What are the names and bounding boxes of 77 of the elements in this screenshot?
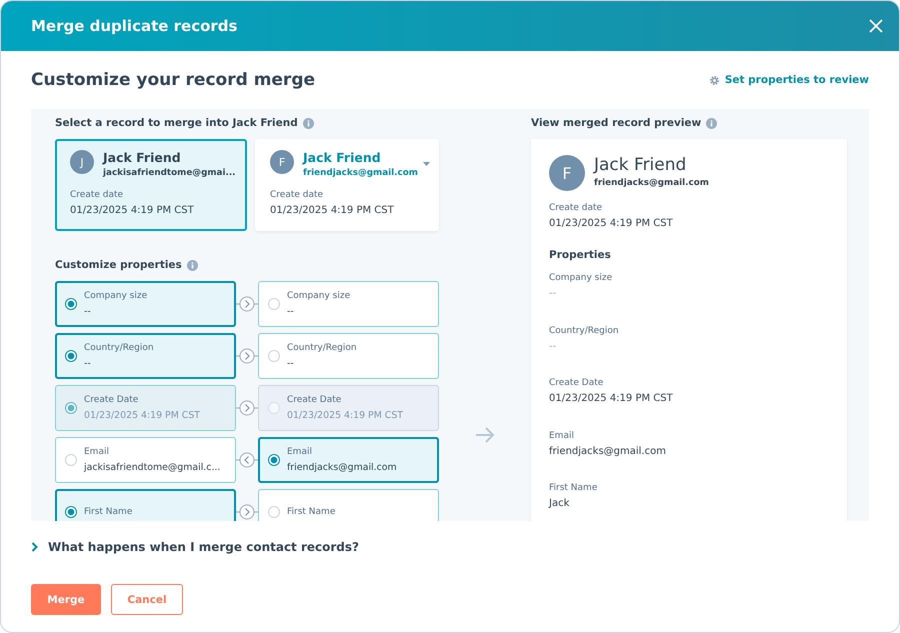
section-label: Select a record to merge into Jack Friend (55, 117, 298, 129)
property-value: -- (84, 306, 92, 317)
date-value: 01/23/2025 4:19 PM CST (70, 205, 195, 216)
property-value: friendjacks@gmail.com (287, 462, 397, 473)
property-option[interactable]: First Name (55, 489, 236, 521)
radio-button[interactable] (65, 298, 77, 310)
record-card[interactable]: J Jack Friend jackisafriendtome@gmai... Create date 01/23/2025 4:19 PM CST (55, 139, 247, 231)
property-value: jackisafriendtome@gmail.c... (84, 462, 220, 473)
property-option[interactable]: Country/Region -- (55, 333, 236, 379)
record-email: friendjacks@gmail.com (303, 168, 418, 178)
direction-icon (236, 399, 258, 417)
property-label: Create Date (549, 378, 604, 388)
property-label: Email (84, 447, 110, 457)
property-label: Create Date (84, 395, 140, 405)
close-icon[interactable] (869, 19, 883, 33)
property-label: Email (549, 430, 575, 440)
property-value: 01/23/2025 4:19 PM CST (549, 393, 674, 404)
date-value: 01/23/2025 4:19 PM CST (549, 218, 674, 229)
date-label: Create date (549, 203, 604, 213)
info-icon (706, 118, 718, 128)
property-label: Email (287, 447, 313, 457)
arrow-icon (475, 427, 495, 443)
dialog-title: Merge duplicate records (31, 17, 238, 35)
review-link[interactable]: Set properties to review (708, 74, 869, 86)
property-value: -- (287, 358, 295, 369)
property-option[interactable]: First Name (258, 489, 439, 521)
gear-icon (708, 74, 720, 86)
section-label: Customize properties (55, 259, 182, 271)
property-option[interactable]: Country/Region -- (258, 333, 439, 379)
chevron-icon (31, 542, 38, 552)
property-label: Country/Region (549, 326, 620, 336)
property-label: Country/Region (84, 343, 154, 353)
property-value: -- (84, 358, 92, 369)
faq-toggle[interactable]: What happens when I merge contact records? (1, 521, 899, 573)
date-value: 01/23/2025 4:19 PM CST (270, 205, 395, 216)
section-heading: Customize your record merge (31, 70, 316, 90)
properties-heading: Properties (549, 249, 612, 261)
info-icon (302, 118, 314, 128)
property-value: -- (287, 306, 295, 317)
property-option[interactable]: Company size -- (55, 281, 236, 327)
property-label: Company size (84, 291, 148, 301)
property-value: Jack (549, 498, 570, 509)
record-name: Jack Friend (303, 150, 382, 165)
date-label: Create date (270, 190, 324, 200)
record-card[interactable]: F Jack Friend friendjacks@gmail.com Create date 01/23/2025 4:19 PM CST (255, 139, 439, 231)
caret-icon[interactable] (423, 162, 430, 166)
property-label: Company size (549, 273, 614, 283)
radio-button[interactable] (65, 350, 77, 362)
direction-icon (236, 451, 258, 469)
property-value: friendjacks@gmail.com (549, 446, 667, 456)
property-option[interactable]: Email friendjacks@gmail.com (258, 437, 439, 483)
property-value: 01/23/2025 4:19 PM CST (84, 410, 200, 421)
info-icon (186, 260, 198, 270)
record-name: Jack Friend (594, 155, 688, 175)
avatar: F (270, 150, 294, 174)
record-email: friendjacks@gmail.com (594, 178, 709, 188)
property-label: Country/Region (287, 343, 357, 353)
property-value: -- (549, 288, 558, 299)
property-value: -- (549, 340, 558, 352)
property-option[interactable]: Company size -- (258, 281, 439, 327)
avatar: J (70, 150, 94, 174)
property-label: First Name (84, 507, 132, 517)
direction-icon (236, 295, 258, 313)
property-label: Company size (287, 291, 350, 301)
direction-icon (236, 347, 258, 365)
record-name: Jack Friend (103, 150, 182, 165)
date-label: Create date (70, 190, 124, 200)
property-option[interactable]: Email jackisafriendtome@gmail.c... (55, 437, 236, 483)
radio-button[interactable] (268, 454, 280, 466)
property-label: First Name (287, 507, 336, 517)
section-label: View merged record preview (531, 117, 702, 129)
property-value: 01/23/2025 4:19 PM CST (287, 410, 403, 421)
radio-button[interactable] (65, 506, 77, 518)
property-label: Create Date (287, 395, 342, 405)
record-email: jackisafriendtome@gmai... (103, 168, 236, 178)
avatar: F (549, 155, 585, 191)
property-label: First Name (549, 483, 598, 493)
